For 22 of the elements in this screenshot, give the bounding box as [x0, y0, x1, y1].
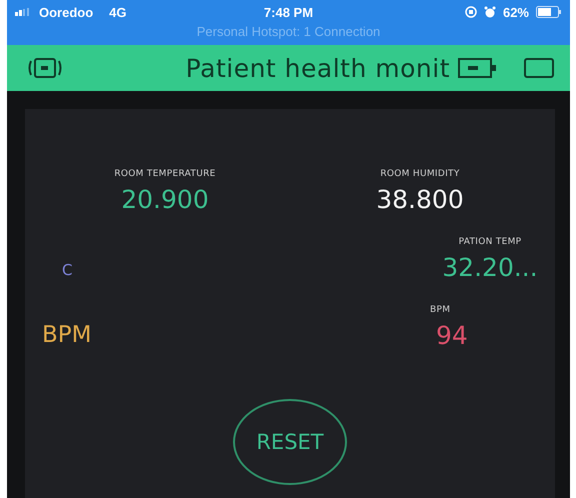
alarm-icon — [484, 6, 496, 18]
widget-label: ROOM TEMPERATURE — [114, 169, 216, 179]
reset-button[interactable]: RESET — [233, 399, 347, 485]
value-display: 20.900 — [121, 185, 209, 214]
device-icon[interactable] — [27, 56, 63, 80]
text-label: BPM — [42, 322, 92, 348]
battery-icon[interactable] — [458, 56, 498, 80]
text-label: C — [62, 261, 72, 279]
battery-icon — [536, 6, 562, 18]
clock-time: 7:48 PM — [264, 4, 314, 20]
lock-rotation-icon — [464, 6, 477, 18]
carrier-name: Ooredoo — [39, 4, 94, 20]
network-type: 4G — [109, 4, 127, 20]
project-title: Patient health monit — [186, 54, 450, 82]
square-icon[interactable] — [524, 57, 554, 79]
value-display: 32.20... — [442, 253, 538, 282]
widget-label: ROOM HUMIDITY — [380, 169, 460, 179]
widget-label: BPM — [430, 305, 450, 315]
value-display: 94 — [436, 321, 468, 350]
battery-percent: 62% — [502, 4, 529, 20]
value-display: 38.800 — [376, 185, 464, 214]
widget-label: PATION TEMP — [458, 237, 522, 247]
